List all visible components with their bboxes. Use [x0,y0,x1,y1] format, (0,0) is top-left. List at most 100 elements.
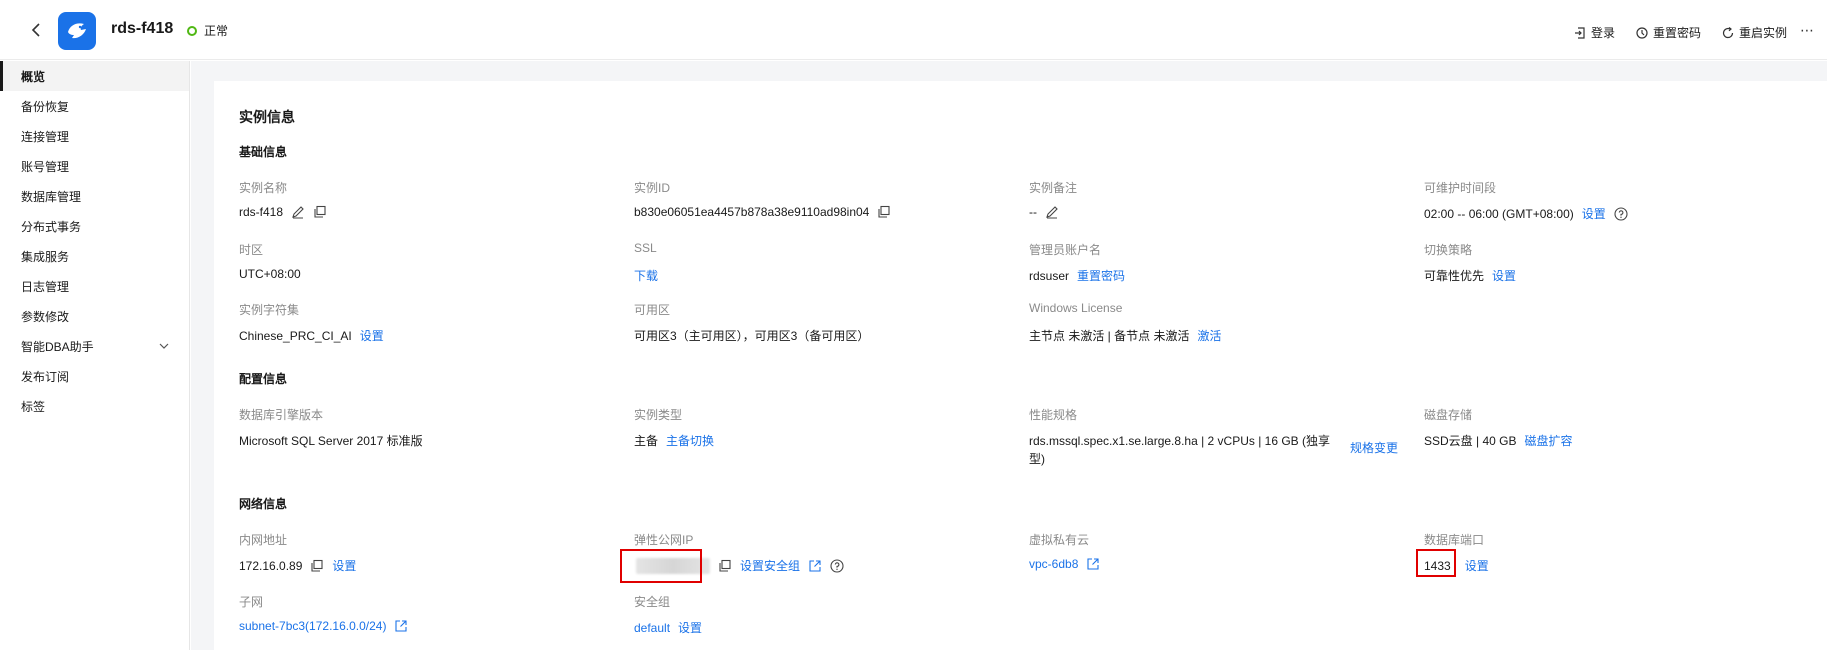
expand-disk-link[interactable]: 磁盘扩容 [1524,432,1572,449]
instance-name-label: 实例名称 [239,181,288,195]
instance-name-value: rds-f418 [239,205,327,219]
status-text: 正常 [204,24,229,38]
copy-icon[interactable] [877,205,891,219]
timezone-label: 时区 [239,243,264,257]
help-icon[interactable] [1614,206,1628,221]
more-menu-button[interactable]: ⋯ [1800,22,1815,39]
config-info-title: 配置信息 [239,372,288,386]
switch-policy-value: 可靠性优先 设置 [1424,267,1517,284]
az-label: 可用区 [634,303,671,317]
login-button[interactable]: 登录 [1573,24,1615,41]
highlight-box [620,549,702,583]
instance-remark-label: 实例备注 [1029,181,1078,195]
sidebar-item-tags[interactable]: 标签 [0,391,189,421]
edit-icon[interactable] [1045,205,1059,219]
vpc-value: vpc-6db8 [1029,557,1100,571]
storage-value: SSD云盘 | 40 GB 磁盘扩容 [1424,432,1573,449]
sidebar-item-publish-subscribe[interactable]: 发布订阅 [0,361,189,391]
edit-icon[interactable] [291,205,305,219]
maint-window-set-link[interactable]: 设置 [1582,205,1606,222]
sidebar-item-overview[interactable]: 概览 [0,61,189,91]
sidebar-item-integration[interactable]: 集成服务 [0,241,189,271]
page-header: rds-f418 正常 登录 重置密码 重启实例 ⋯ [0,0,1827,60]
external-link-icon[interactable] [808,559,822,573]
chevron-left-icon [31,23,40,37]
db-port-label: 数据库端口 [1424,533,1485,547]
restart-icon [1722,26,1734,38]
copy-icon[interactable] [310,559,324,573]
sidebar-item-logs[interactable]: 日志管理 [0,271,189,301]
external-link-icon[interactable] [1086,557,1100,571]
reset-password-link[interactable]: 重置密码 [1077,267,1125,284]
instance-type-label: 实例类型 [634,408,683,422]
copy-icon[interactable] [313,205,327,219]
sidebar-item-backup[interactable]: 备份恢复 [0,91,189,121]
eip-label: 弹性公网IP [634,533,694,547]
subnet-link[interactable]: subnet-7bc3(172.16.0.0/24) [239,619,386,633]
sidebar-item-connection[interactable]: 连接管理 [0,121,189,151]
help-icon[interactable] [830,558,844,573]
failover-link[interactable]: 主备切换 [666,432,714,449]
basic-info-title: 基础信息 [239,145,288,159]
flavor-label: 性能规格 [1029,408,1078,422]
sidebar-item-databases[interactable]: 数据库管理 [0,181,189,211]
port-set-link[interactable]: 设置 [1465,557,1489,574]
maint-window-value: 02:00 -- 06:00 (GMT+08:00) 设置 [1424,205,1628,222]
back-button[interactable] [28,18,44,42]
reset-password-icon [1636,26,1648,39]
network-info-title: 网络信息 [239,497,288,511]
vpc-label: 虚拟私有云 [1029,533,1090,547]
main-content: 实例信息 基础信息 实例名称 rds-f418 实例ID b830e06051e… [191,61,1827,650]
charset-label: 实例字符集 [239,303,300,317]
external-link-icon[interactable] [394,619,408,633]
sec-group-value: default 设置 [634,619,702,636]
ssl-value: 下载 [634,267,658,284]
private-ip-value: 172.16.0.89 设置 [239,557,357,574]
flavor-value: rds.mssql.spec.x1.se.large.8.ha | 2 vCPU… [1029,434,1331,466]
sidebar-item-distributed-tx[interactable]: 分布式事务 [0,211,189,241]
subnet-label: 子网 [239,595,264,609]
reset-password-button[interactable]: 重置密码 [1635,24,1701,41]
status-badge: 正常 [187,22,228,39]
subnet-value: subnet-7bc3(172.16.0.0/24) [239,619,408,633]
win-license-label: Windows License [1029,301,1123,315]
set-security-group-link[interactable]: 设置安全组 [740,557,800,574]
sidebar-item-parameters[interactable]: 参数修改 [0,301,189,331]
sidebar-item-label: 智能DBA助手 [21,339,94,354]
status-dot-icon [187,25,197,36]
rds-logo-icon [58,12,96,50]
storage-label: 磁盘存储 [1424,408,1473,422]
instance-remark-value: -- [1029,205,1059,219]
restart-instance-button[interactable]: 重启实例 [1721,24,1787,41]
az-value: 可用区3（主可用区），可用区3（备可用区） [634,329,870,343]
section-title: 实例信息 [239,109,295,125]
switch-policy-set-link[interactable]: 设置 [1492,267,1516,284]
sidebar-item-accounts[interactable]: 账号管理 [0,151,189,181]
private-ip-set-link[interactable]: 设置 [332,557,356,574]
highlight-box [1416,549,1456,577]
ssl-download-link[interactable]: 下载 [634,267,658,284]
instance-type-value: 主备 主备切换 [634,432,715,449]
private-ip-label: 内网地址 [239,533,288,547]
sidebar: 概览 备份恢复 连接管理 账号管理 数据库管理 分布式事务 集成服务 日志管理 … [0,61,190,650]
charset-set-link[interactable]: 设置 [360,327,384,344]
sidebar-item-dba-assistant[interactable]: 智能DBA助手 [0,331,189,361]
instance-id-value: b830e06051ea4457b878a38e9110ad98in04 [634,205,891,219]
chevron-down-icon [159,343,169,349]
timezone-value: UTC+08:00 [239,267,301,281]
charset-value: Chinese_PRC_CI_AI 设置 [239,327,384,344]
engine-label: 数据库引擎版本 [239,408,324,422]
copy-icon[interactable] [718,559,732,573]
win-license-value: 主节点 未激活 | 备节点 未激活 激活 [1029,327,1222,344]
instance-title: rds-f418 [111,20,174,37]
maint-window-label: 可维护时间段 [1424,181,1497,195]
sec-group-default-link[interactable]: default [634,621,670,635]
login-icon [1574,26,1585,39]
activate-link[interactable]: 激活 [1197,327,1221,344]
change-flavor-link[interactable]: 规格变更 [1350,439,1398,456]
flavor-change: 规格变更 [1350,439,1398,456]
sec-group-set-link[interactable]: 设置 [678,619,702,636]
switch-policy-label: 切换策略 [1424,243,1473,257]
admin-user-value: rdsuser 重置密码 [1029,267,1126,284]
vpc-link[interactable]: vpc-6db8 [1029,557,1078,571]
